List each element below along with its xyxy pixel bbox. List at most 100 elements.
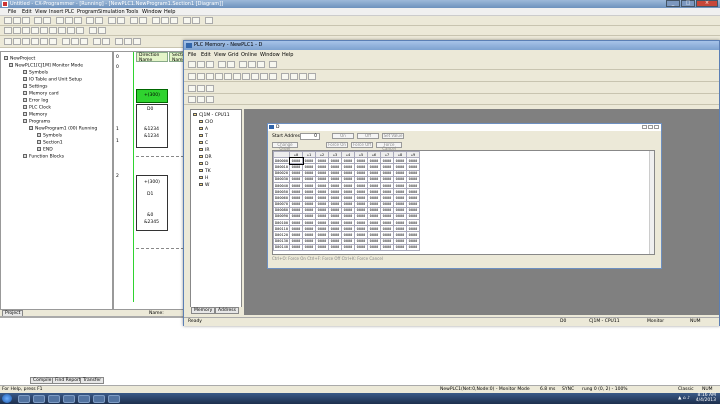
instruction-icon[interactable] [76, 27, 84, 34]
contact-no-icon[interactable] [22, 27, 30, 34]
taskbar-clock[interactable]: 8:16 AM 4/4/2013 [696, 393, 716, 403]
transfer-icon[interactable] [170, 17, 178, 24]
transfer-to-plc-icon[interactable] [206, 73, 214, 80]
zoom-icon[interactable] [308, 73, 316, 80]
work-online-icon[interactable] [4, 38, 12, 45]
tree-item-function-blocks[interactable]: Function Blocks [23, 154, 64, 160]
toggle-monitor-icon[interactable] [13, 38, 21, 45]
taskbar-app-icon[interactable] [63, 395, 75, 403]
memory-cell[interactable]: 0000 [380, 243, 394, 252]
horizontal-line-icon[interactable] [49, 27, 57, 34]
open-icon[interactable] [197, 61, 205, 68]
tree-item-newproject[interactable]: NewProject [4, 56, 35, 62]
compare-icon[interactable] [80, 38, 88, 45]
tree-item-symbols[interactable]: Symbols [23, 70, 48, 76]
memory-cell[interactable]: 0000 [354, 243, 368, 252]
tab-memory[interactable]: Memory [191, 307, 216, 314]
zoom-in-icon[interactable] [281, 73, 289, 80]
paste-icon[interactable] [74, 17, 82, 24]
tree-item-plc-clock[interactable]: PLC Clock [23, 105, 51, 111]
print-icon[interactable] [34, 17, 42, 24]
taskbar-app-icon[interactable] [78, 395, 90, 403]
tree-item-memory-card[interactable]: Memory card [23, 91, 59, 97]
memory-cell[interactable]: 0000 [341, 243, 355, 252]
preview-icon[interactable] [227, 61, 235, 68]
select-icon[interactable] [4, 27, 12, 34]
close-button[interactable]: × [696, 0, 718, 7]
hex-icon[interactable] [251, 73, 259, 80]
zoom-in-icon[interactable] [130, 17, 138, 24]
save-icon[interactable] [206, 61, 214, 68]
print-icon[interactable] [218, 61, 226, 68]
new-icon[interactable] [4, 17, 12, 24]
decimal-icon[interactable] [242, 73, 250, 80]
cut-icon[interactable] [56, 17, 64, 24]
on-button[interactable]: On [332, 133, 354, 139]
memory-tree-root[interactable]: CJ1M - CPU11 [193, 113, 230, 118]
change-order-button[interactable]: Change Order [272, 142, 298, 151]
memory-cell[interactable]: 0000 [367, 243, 381, 252]
tree-item-program-symbols[interactable]: Symbols [37, 133, 62, 139]
program-check-icon[interactable] [192, 17, 200, 24]
menu-edit[interactable]: Edit [22, 9, 32, 15]
tab-find-report[interactable]: Find Report [52, 377, 84, 384]
d-window-minimize-button[interactable] [642, 125, 647, 129]
start-address-input[interactable]: 0 [300, 133, 320, 140]
pt-icon[interactable] [89, 27, 97, 34]
upload-icon[interactable] [71, 38, 79, 45]
online-edit-icon[interactable] [115, 38, 123, 45]
mem-menu-window[interactable]: Window [260, 52, 280, 58]
grid-icon[interactable] [13, 27, 21, 34]
set-value-button[interactable]: Set Value [382, 133, 404, 139]
memory-cell[interactable]: 0000 [406, 243, 420, 252]
memory-area-ir[interactable]: IR [199, 148, 209, 153]
memory-area-t[interactable]: T [199, 134, 208, 139]
mem-menu-file[interactable]: File [188, 52, 196, 58]
memory-cell[interactable]: 0000 [328, 243, 342, 252]
force-off-icon[interactable] [197, 85, 205, 92]
cut-icon[interactable] [239, 61, 247, 68]
find-icon[interactable] [108, 17, 116, 24]
monitor-icon[interactable] [161, 17, 169, 24]
mem-menu-help[interactable]: Help [282, 52, 293, 58]
memory-area-a[interactable]: A [199, 127, 208, 132]
menu-view[interactable]: View [35, 9, 47, 15]
force-off-button[interactable]: Force Off [351, 142, 373, 148]
taskbar-explorer-icon[interactable] [33, 395, 45, 403]
memory-area-cio[interactable]: CIO [199, 120, 213, 125]
menu-insert[interactable]: Insert [49, 9, 63, 15]
tab-address[interactable]: Address [215, 307, 239, 314]
zoom-out-icon[interactable] [290, 73, 298, 80]
mem-menu-edit[interactable]: Edit [201, 52, 211, 58]
tab-transfer[interactable]: Transfer [80, 377, 105, 384]
monitor-icon[interactable] [197, 73, 205, 80]
fill-icon[interactable] [188, 96, 196, 103]
cancel-edit-icon[interactable] [124, 38, 132, 45]
tree-item-plc[interactable]: NewPLC1[CJ1M] Monitor Mode [9, 63, 83, 69]
zoom-out-icon[interactable] [139, 17, 147, 24]
menu-file[interactable]: File [8, 9, 16, 15]
vertical-line-icon[interactable] [40, 27, 48, 34]
memory-cell[interactable]: 0000 [393, 243, 407, 252]
copy-icon[interactable] [248, 61, 256, 68]
tree-item-section1[interactable]: Section1 [37, 140, 63, 146]
memory-area-c[interactable]: C [199, 141, 208, 146]
set-icon[interactable] [102, 38, 110, 45]
new-icon[interactable] [188, 61, 196, 68]
memory-cell[interactable]: 0000 [289, 243, 303, 252]
online-icon[interactable] [188, 73, 196, 80]
open-icon[interactable] [13, 17, 21, 24]
minimize-button[interactable]: _ [666, 0, 680, 7]
off-button[interactable]: Off [357, 133, 379, 139]
force-on-button[interactable]: Force On [326, 142, 348, 148]
force-on-icon[interactable] [188, 85, 196, 92]
memory-area-dr[interactable]: DR [199, 155, 212, 160]
taskbar-app-icon[interactable] [108, 395, 120, 403]
redo-icon[interactable] [95, 17, 103, 24]
contact-nc-icon[interactable] [31, 27, 39, 34]
tab-compile[interactable]: Compile [30, 377, 55, 384]
tree-item-error-log[interactable]: Error log [23, 98, 48, 104]
help-icon[interactable] [205, 17, 213, 24]
d-window-maximize-button[interactable] [648, 125, 653, 129]
paste-icon[interactable] [257, 61, 265, 68]
